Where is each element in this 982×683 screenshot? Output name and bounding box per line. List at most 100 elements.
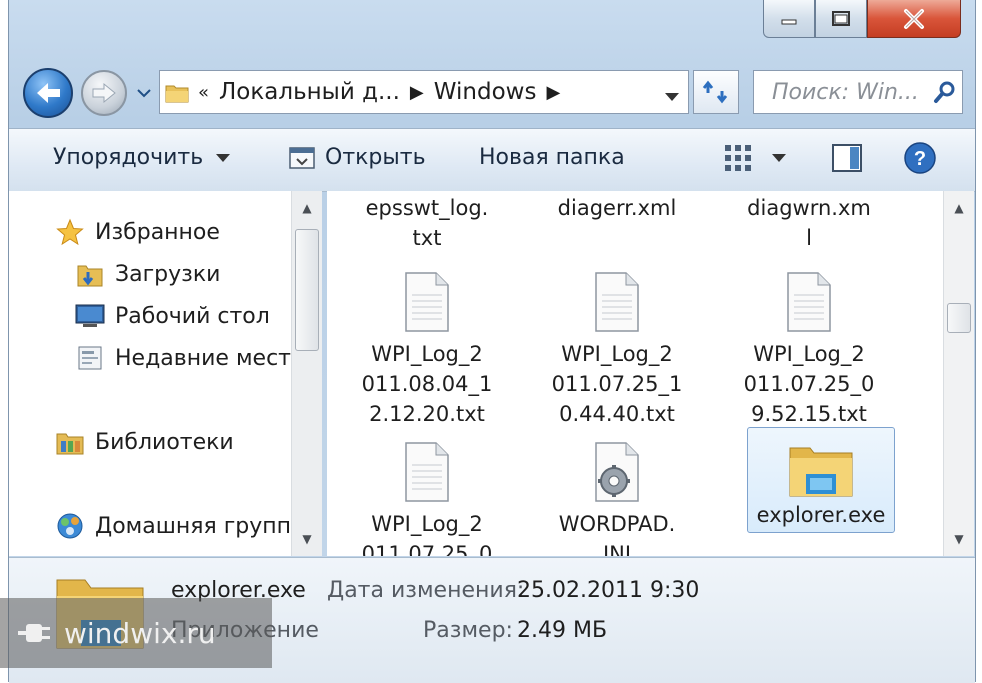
svg-text:?: ?: [914, 148, 926, 170]
downloads-folder-icon: [73, 259, 107, 289]
size-value: 2.49 МБ: [517, 618, 608, 643]
address-bar[interactable]: « Локальный д... ▶ Windows ▶: [159, 70, 689, 114]
nav-item-downloads[interactable]: Загрузки: [73, 259, 220, 289]
preview-pane-icon: [832, 144, 862, 172]
scroll-up-arrow-icon[interactable]: ▲: [944, 195, 974, 221]
folder-icon: [160, 80, 194, 104]
nav-favorites[interactable]: Избранное: [53, 217, 220, 247]
file-name: WPI_Log_2 011.07.25_1 0.44.40.txt: [551, 342, 683, 426]
settings-file-icon: [527, 433, 707, 503]
file-item[interactable]: WPI_Log_2 011.07.25_1 0.44.40.txt: [527, 263, 707, 429]
file-list-scrollbar[interactable]: ▲ ▼: [943, 191, 974, 556]
file-item[interactable]: WPI_Log_2 011.07.25_0 9.52.15.txt: [719, 263, 899, 429]
desktop-icon: [73, 301, 107, 331]
forward-button[interactable]: [81, 70, 127, 116]
caption-buttons: [763, 0, 961, 40]
close-icon: [904, 8, 924, 29]
back-arrow-icon: [37, 83, 60, 103]
scroll-down-arrow-icon[interactable]: ▼: [944, 526, 974, 552]
maximize-button[interactable]: [815, 0, 867, 38]
file-item[interactable]: epsswt_log. txt: [337, 193, 517, 253]
new-folder-label: Новая папка: [479, 145, 625, 170]
date-modified-value: 25.02.2011 9:30: [517, 578, 700, 603]
open-label: Открыть: [325, 145, 426, 170]
explorer-app-icon: [748, 434, 894, 498]
star-icon: [53, 217, 87, 247]
breadcrumb-windows[interactable]: Windows: [428, 79, 543, 105]
scrollbar-thumb[interactable]: [295, 229, 319, 351]
address-overflow[interactable]: «: [194, 82, 213, 103]
nav-libraries-label: Библиотеки: [95, 429, 234, 455]
plug-icon: [18, 624, 50, 642]
refresh-button[interactable]: [693, 70, 739, 114]
search-box[interactable]: Поиск: Win...: [753, 70, 963, 114]
chevron-down-icon: [216, 153, 231, 162]
nav-item-desktop[interactable]: Рабочий стол: [73, 301, 270, 331]
file-item[interactable]: WPI_Log_2 011.08.04_1 2.12.20.txt: [337, 263, 517, 429]
recent-pages-button[interactable]: [135, 84, 153, 102]
organize-label: Упорядочить: [53, 145, 204, 170]
close-button[interactable]: [867, 0, 961, 38]
file-name: diagwrn.xm l: [747, 196, 871, 250]
libraries-icon: [53, 427, 87, 457]
new-folder-button[interactable]: Новая папка: [479, 145, 625, 170]
breadcrumb-separator[interactable]: ▶: [542, 82, 564, 103]
search-input[interactable]: Поиск: Win...: [754, 80, 928, 105]
address-dropdown-button[interactable]: [664, 83, 680, 109]
navigation-pane: Избранное Загрузки Рабочий стол Недавние…: [9, 191, 321, 556]
nav-homegroup[interactable]: Домашняя групп: [53, 511, 291, 541]
nav-item-label: Рабочий стол: [115, 303, 270, 329]
nav-homegroup-label: Домашняя групп: [95, 513, 292, 539]
minimize-button[interactable]: [763, 0, 815, 38]
file-item[interactable]: WPI_Log_2 011.07.25_0: [337, 433, 517, 556]
file-name: WPI_Log_2 011.07.25_0 9.52.15.txt: [743, 342, 875, 426]
forward-arrow-icon: [92, 82, 116, 104]
change-view-button[interactable]: [723, 143, 755, 173]
watermark-text: windwix.ru: [64, 616, 216, 650]
date-modified-label: Дата изменения:: [327, 578, 525, 603]
file-name: WPI_Log_2 011.08.04_1 2.12.20.txt: [361, 342, 493, 426]
text-file-icon: [719, 263, 899, 333]
minimize-icon: [781, 19, 797, 24]
chevron-down-icon: [772, 154, 786, 162]
maximize-icon: [832, 10, 850, 26]
search-icon[interactable]: [928, 80, 962, 104]
chevron-down-icon: [137, 89, 151, 98]
help-button[interactable]: ?: [903, 141, 937, 175]
help-icon: ?: [904, 142, 936, 174]
nav-pane-scrollbar[interactable]: ▲ ▼: [291, 191, 322, 556]
open-button[interactable]: Открыть: [289, 145, 426, 170]
file-item[interactable]: diagerr.xml: [527, 193, 707, 223]
back-button[interactable]: [23, 68, 73, 118]
file-name: explorer.exe: [756, 503, 886, 527]
file-item-selected[interactable]: explorer.exe: [747, 427, 895, 533]
scrollbar-thumb[interactable]: [947, 303, 971, 333]
nav-item-label: Недавние мест: [115, 345, 291, 371]
file-item[interactable]: WORDPAD. INI: [527, 433, 707, 556]
homegroup-icon: [53, 511, 87, 541]
file-name: WPI_Log_2 011.07.25_0: [361, 512, 493, 556]
text-file-icon: [337, 433, 517, 503]
nav-item-recent-places[interactable]: Недавние мест: [73, 343, 291, 373]
breadcrumb-separator[interactable]: ▶: [406, 82, 428, 103]
watermark: windwix.ru: [0, 598, 272, 668]
view-options-dropdown[interactable]: [771, 153, 787, 163]
size-label: Размер:: [423, 618, 513, 643]
organize-menu-button[interactable]: Упорядочить: [53, 145, 231, 170]
file-item[interactable]: diagwrn.xm l: [719, 193, 899, 253]
breadcrumb-local-disk[interactable]: Локальный д...: [213, 79, 406, 105]
file-name: epsswt_log. txt: [365, 196, 489, 250]
explorer-window: « Локальный д... ▶ Windows ▶ Поиск: Win.…: [8, 0, 976, 683]
nav-libraries[interactable]: Библиотеки: [53, 427, 234, 457]
file-list-pane: epsswt_log. txt diagerr.xml diagwrn.xm l…: [327, 191, 943, 556]
nav-item-label: Загрузки: [115, 261, 221, 287]
scroll-down-arrow-icon[interactable]: ▼: [292, 526, 322, 552]
nav-favorites-label: Избранное: [95, 219, 220, 245]
preview-pane-button[interactable]: [831, 143, 863, 173]
recent-places-icon: [73, 343, 107, 373]
chevron-down-icon: [665, 93, 679, 101]
scroll-up-arrow-icon[interactable]: ▲: [292, 195, 322, 221]
text-file-icon: [527, 263, 707, 333]
file-name: diagerr.xml: [557, 196, 677, 220]
text-file-icon: [337, 263, 517, 333]
